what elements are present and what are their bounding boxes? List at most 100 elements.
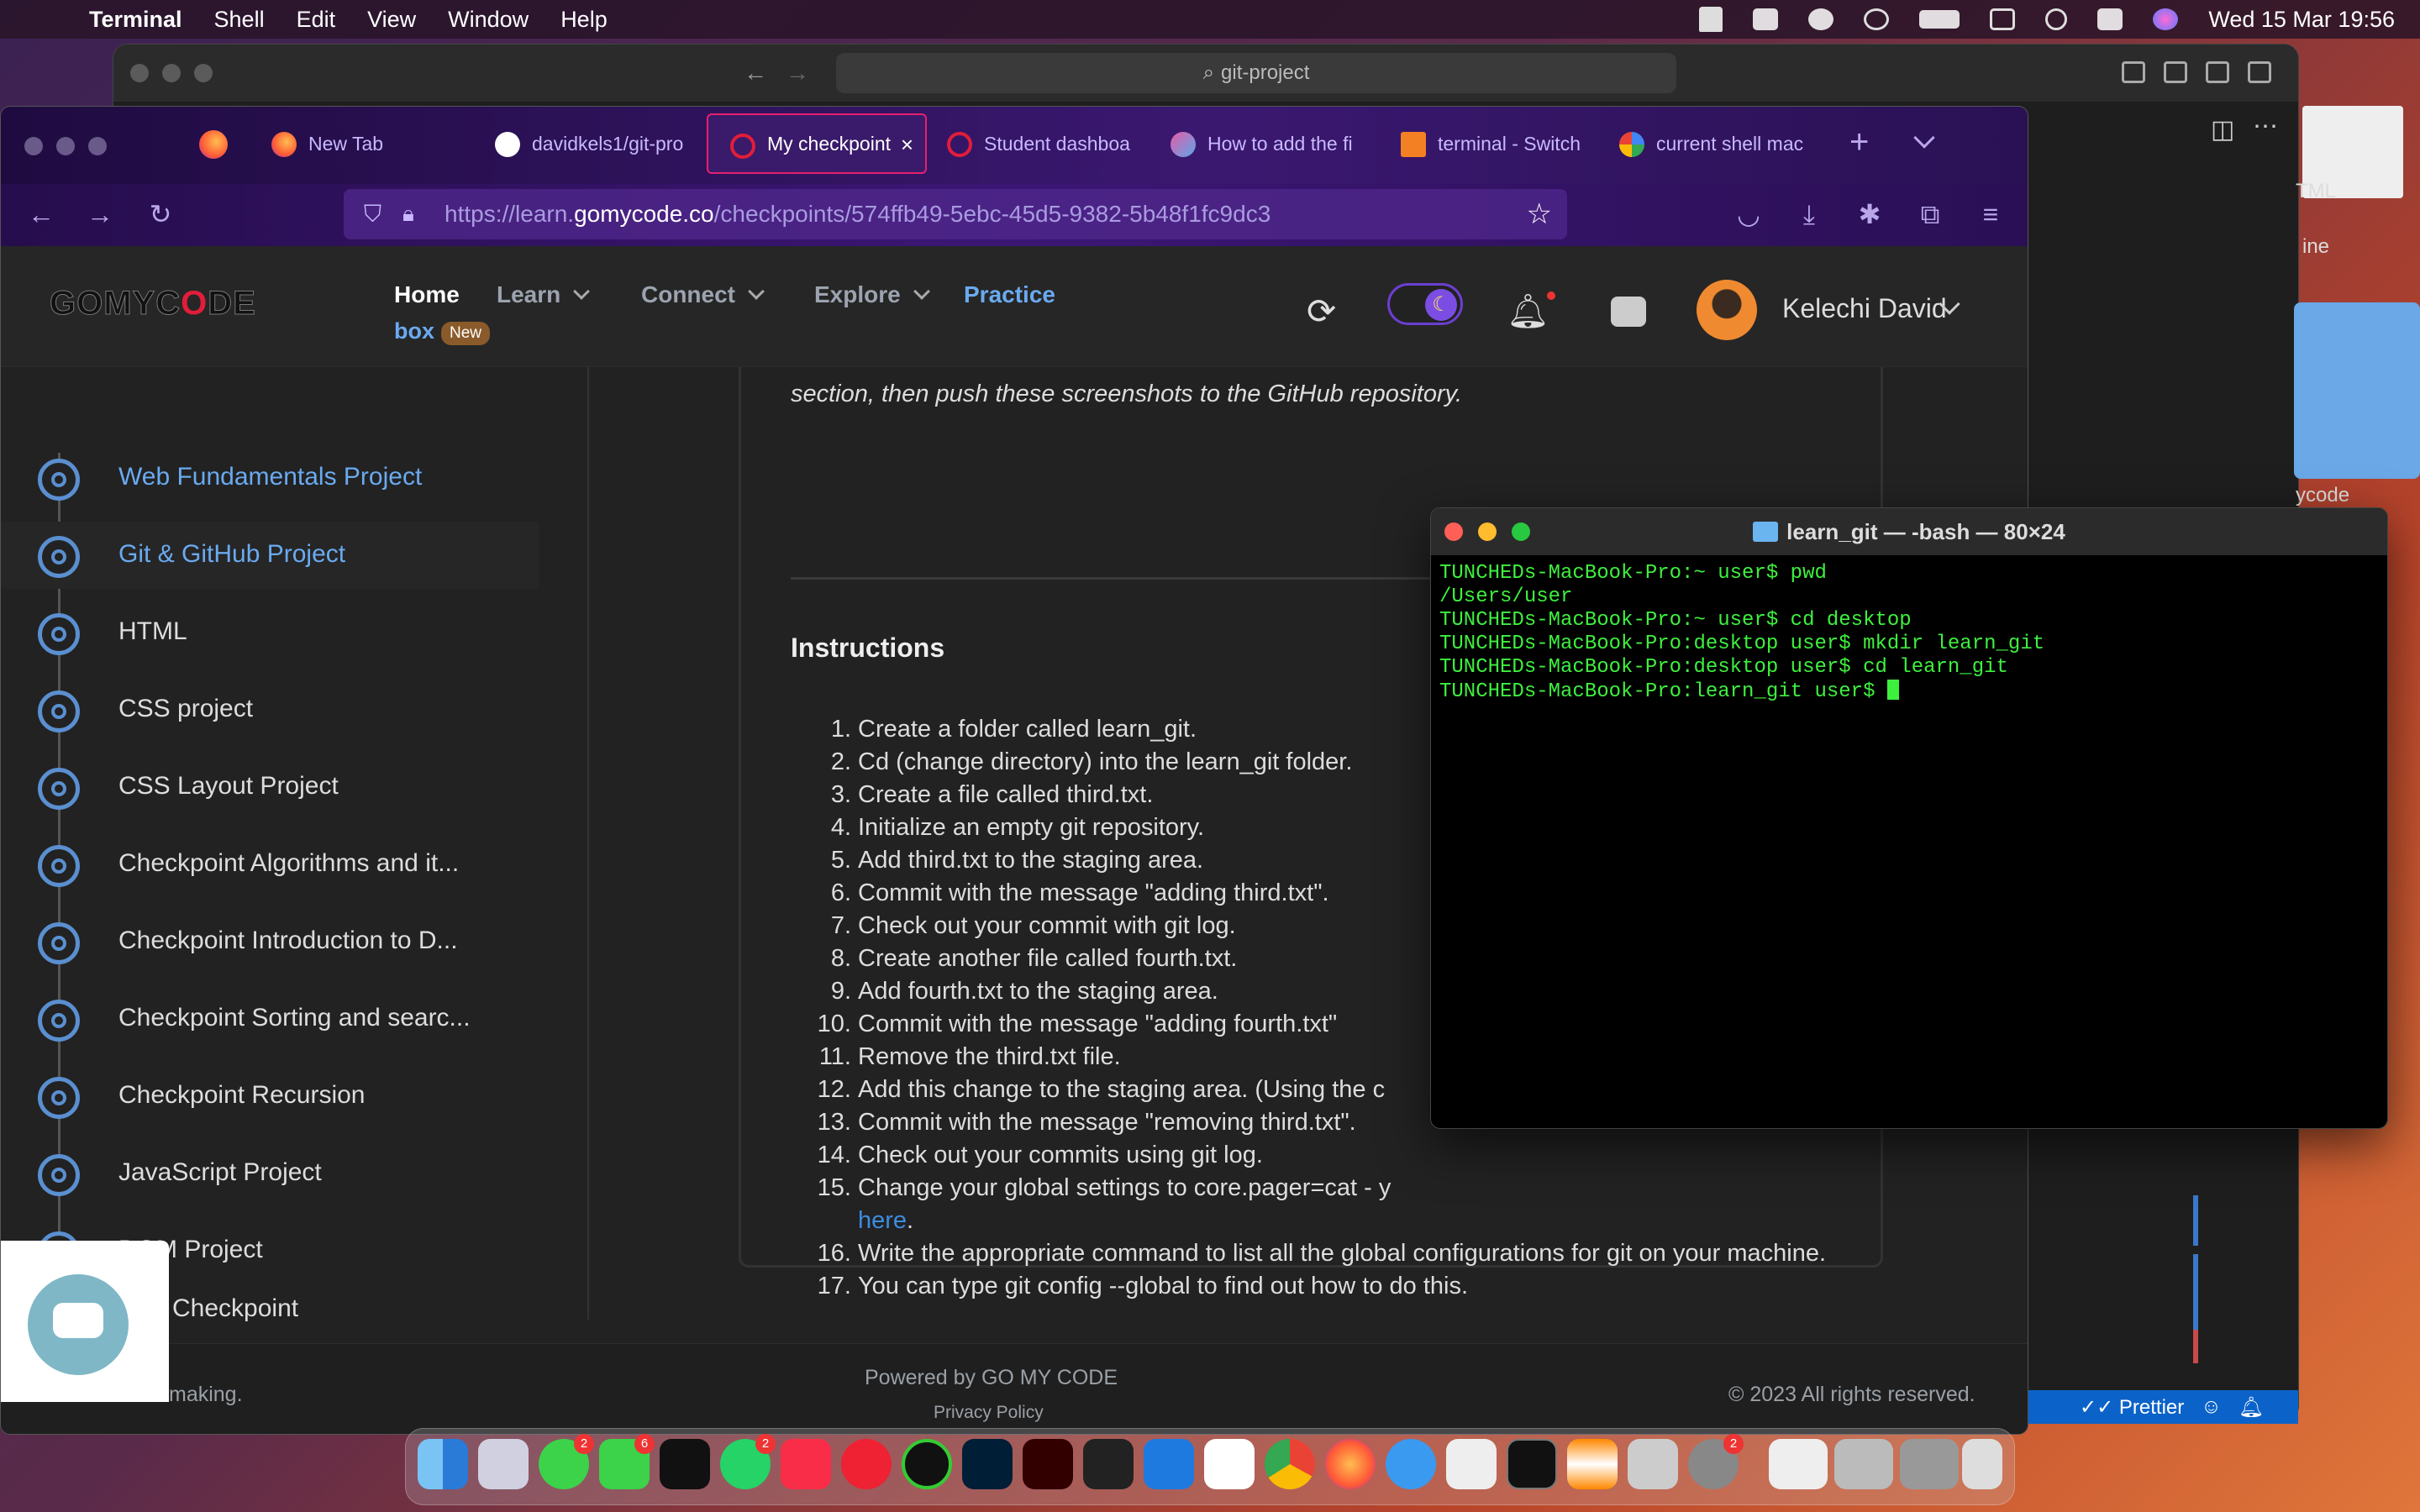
extensions-icon[interactable]: ⧉ xyxy=(1915,199,1945,229)
menu-edit[interactable]: Edit xyxy=(297,7,336,33)
privacy-link[interactable]: Privacy Policy xyxy=(934,1403,1044,1423)
battery-icon[interactable] xyxy=(1919,10,1960,29)
forward-arrow-icon[interactable]: → xyxy=(786,60,809,87)
menu-view[interactable]: View xyxy=(367,7,416,33)
nav-connect[interactable]: Connect xyxy=(641,281,765,308)
tab-current-shell[interactable]: current shell mac xyxy=(1597,113,1824,174)
illustrator-icon[interactable] xyxy=(1023,1439,1073,1489)
tab-how-to-add[interactable]: How to add the fi xyxy=(1149,113,1374,174)
zoom-button[interactable] xyxy=(88,137,107,155)
tab-my-checkpoint[interactable]: My checkpoint × xyxy=(707,113,927,174)
new-tab-button[interactable]: + xyxy=(1849,123,1869,161)
music-icon[interactable] xyxy=(781,1439,831,1489)
nav-explore[interactable]: Explore xyxy=(814,281,930,308)
list-all-tabs-icon[interactable] xyxy=(1913,127,1935,149)
extension-icon[interactable]: ✱ xyxy=(1854,199,1885,229)
forward-button[interactable]: → xyxy=(85,199,115,229)
close-button[interactable] xyxy=(1444,522,1463,541)
dark-mode-toggle[interactable]: ☾ xyxy=(1387,283,1463,325)
notifications-icon[interactable]: 🔔︎ xyxy=(2238,1395,2264,1420)
sidebar-item-css-layout[interactable]: CSS Layout Project xyxy=(1,753,539,821)
lock-icon[interactable]: 🔒︎ xyxy=(402,201,424,228)
refresh-icon[interactable]: ⟳ xyxy=(1307,293,1344,330)
screen-sharing-icon[interactable] xyxy=(1628,1439,1678,1489)
downloads-icon[interactable]: ⤓ xyxy=(1794,199,1824,229)
close-tab-icon[interactable]: × xyxy=(901,132,913,158)
sidebar-item-css-project[interactable]: CSS project xyxy=(1,676,539,743)
messages-icon[interactable]: 2 xyxy=(539,1434,594,1489)
vlc-icon[interactable] xyxy=(1567,1439,1618,1489)
sidebar-item-web-fundamentals[interactable]: Web Fundamentals Project xyxy=(1,444,539,512)
menu-shell[interactable]: Shell xyxy=(214,7,265,33)
downloads-stack-icon[interactable] xyxy=(1769,1439,1828,1489)
firefox-icon[interactable] xyxy=(1325,1439,1376,1489)
pocket-icon[interactable]: ◡ xyxy=(1733,199,1764,229)
recent-stack-icon[interactable] xyxy=(1834,1439,1893,1489)
chrome-icon[interactable] xyxy=(1265,1439,1315,1489)
url-bar[interactable]: ⛉ 🔒︎ https://learn. gomycode.co/checkpoin… xyxy=(344,189,1567,239)
close-button[interactable] xyxy=(130,64,149,82)
sidebar-item-intro-data[interactable]: Checkpoint Introduction to D... xyxy=(1,908,539,975)
control-center-icon[interactable] xyxy=(2097,8,2123,30)
app-icon[interactable] xyxy=(902,1439,952,1489)
safari-icon[interactable] xyxy=(1386,1439,1436,1489)
screenshots-stack-icon[interactable] xyxy=(1900,1439,1959,1489)
zoom-button[interactable] xyxy=(194,64,213,82)
menu-app-name[interactable]: Terminal xyxy=(89,7,182,33)
sidebar-item-git-github[interactable]: Git & GitHub Project xyxy=(1,522,539,589)
avatar[interactable] xyxy=(1697,280,1757,340)
textedit-icon[interactable] xyxy=(1446,1439,1497,1489)
play-icon[interactable] xyxy=(1864,8,1890,30)
nav-practice-box[interactable]: box xyxy=(394,318,434,344)
back-button[interactable]: ← xyxy=(26,199,56,229)
menu-icon[interactable]: ≡ xyxy=(1975,199,2006,229)
toggle-panel-icon[interactable] xyxy=(2164,61,2187,83)
shield-icon[interactable]: ⛉ xyxy=(364,201,387,228)
sidebar-item-html[interactable]: HTML xyxy=(1,599,539,666)
photo-booth-icon[interactable] xyxy=(841,1439,892,1489)
nav-home[interactable]: Home xyxy=(394,281,460,308)
apple-tv-icon[interactable] xyxy=(660,1439,710,1489)
tab-github[interactable]: davidkels1/git-pro xyxy=(473,113,693,174)
link-icon[interactable] xyxy=(1990,8,2016,30)
sidebar-item-sorting[interactable]: Checkpoint Sorting and searc... xyxy=(1,985,539,1053)
system-settings-icon[interactable]: 2 xyxy=(1688,1434,1744,1489)
folder-icon[interactable] xyxy=(2294,302,2420,479)
apple-icon[interactable] xyxy=(32,5,57,34)
facetime-icon[interactable]: 6 xyxy=(599,1434,655,1489)
tab-terminal-switch[interactable]: terminal - Switch xyxy=(1379,113,1606,174)
feedback-icon[interactable]: ☺ xyxy=(2201,1395,2222,1419)
menubar-clock[interactable]: Wed 15 Mar 19:56 xyxy=(2208,7,2395,33)
command-center-search[interactable]: ⌕ git-project xyxy=(836,53,1676,93)
terminal-icon[interactable] xyxy=(1507,1439,1557,1489)
prettier-status[interactable]: ✓✓ Prettier xyxy=(2080,1395,2184,1420)
user-name[interactable]: Kelechi David xyxy=(1782,293,1947,324)
minimize-button[interactable] xyxy=(162,64,181,82)
figma-icon[interactable] xyxy=(1083,1439,1134,1489)
back-arrow-icon[interactable]: ← xyxy=(744,60,767,87)
launchpad-icon[interactable] xyxy=(478,1439,529,1489)
nav-learn[interactable]: Learn xyxy=(497,281,591,308)
finder-icon[interactable] xyxy=(418,1439,468,1489)
menu-window[interactable]: Window xyxy=(448,7,529,33)
screen-share-icon[interactable] xyxy=(1753,8,1779,30)
nav-practice[interactable]: Practice xyxy=(964,281,1055,308)
minimize-button[interactable] xyxy=(56,137,75,155)
trash-icon[interactable] xyxy=(1962,1439,2002,1489)
toggle-sidebar-icon[interactable] xyxy=(2122,61,2145,83)
sidebar-item-recursion[interactable]: Checkpoint Recursion xyxy=(1,1063,539,1130)
whatsapp-icon[interactable]: 2 xyxy=(720,1434,776,1489)
minimize-button[interactable] xyxy=(1478,522,1497,541)
chat-bubble-icon[interactable] xyxy=(28,1274,129,1375)
reload-button[interactable]: ↻ xyxy=(145,199,176,229)
sidebar-item-javascript[interactable]: JavaScript Project xyxy=(1,1140,539,1207)
xcode-icon[interactable] xyxy=(1144,1439,1194,1489)
vscode-icon[interactable] xyxy=(1204,1439,1255,1489)
tab-new-tab[interactable]: New Tab xyxy=(250,113,460,174)
terminal-output[interactable]: TUNCHEDs-MacBook-Pro:~ user$ pwd/Users/u… xyxy=(1431,555,2387,711)
bookmark-star-icon[interactable]: ☆ xyxy=(1527,197,1552,231)
siri-icon[interactable] xyxy=(2153,8,2179,30)
search-icon[interactable] xyxy=(2045,8,2068,30)
menu-help[interactable]: Help xyxy=(560,7,608,33)
sidebar-item-algorithms[interactable]: Checkpoint Algorithms and it... xyxy=(1,831,539,898)
